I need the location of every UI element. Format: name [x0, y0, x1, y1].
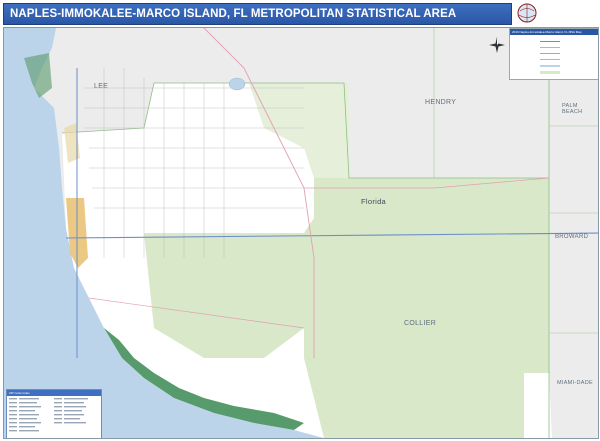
header: NAPLES-IMMOKALEE-MARCO ISLAND, FL METROP…	[0, 0, 600, 26]
map-poster: NAPLES-IMMOKALEE-MARCO ISLAND, FL METROP…	[0, 0, 600, 441]
county-label-miami-dade: MIAMI-DADE	[557, 380, 593, 386]
county-label-hendry: HENDRY	[425, 99, 457, 106]
index-rows	[9, 398, 88, 432]
big-cypress-preserve	[304, 178, 549, 438]
county-label-palm-beach: PALM BEACH	[562, 103, 583, 115]
map-title: NAPLES-IMMOKALEE-MARCO ISLAND, FL METROP…	[10, 8, 457, 20]
lake-trafford	[228, 77, 246, 91]
zip-index-table: ZIP Code Index	[6, 389, 102, 438]
map-legend: 2016 Naples-Immokalee-Marco Island, FL M…	[509, 28, 598, 80]
state-label-florida: Florida	[361, 197, 387, 206]
legend-line-highway	[540, 47, 560, 48]
county-label-broward: BROWARD	[555, 234, 589, 240]
county-label-collier: COLLIER	[404, 320, 437, 327]
legend-line-interstate	[540, 41, 560, 42]
legend-line-water	[540, 65, 560, 67]
legend-line-county	[540, 53, 560, 54]
map-canvas[interactable]: LEE HENDRY PALM BEACH BROWARD COLLIER MI…	[3, 27, 599, 439]
market-maps-logo	[514, 1, 598, 24]
legend-line-park	[540, 71, 560, 74]
legend-line-road	[540, 59, 560, 60]
compass-rose-icon	[489, 37, 505, 53]
globe-icon	[517, 3, 537, 23]
title-bar: NAPLES-IMMOKALEE-MARCO ISLAND, FL METROP…	[3, 3, 512, 25]
legend-title: 2016 Naples-Immokalee-Marco Island, FL M…	[510, 29, 598, 35]
county-label-lee: LEE	[94, 83, 109, 90]
index-title: ZIP Code Index	[7, 390, 101, 396]
